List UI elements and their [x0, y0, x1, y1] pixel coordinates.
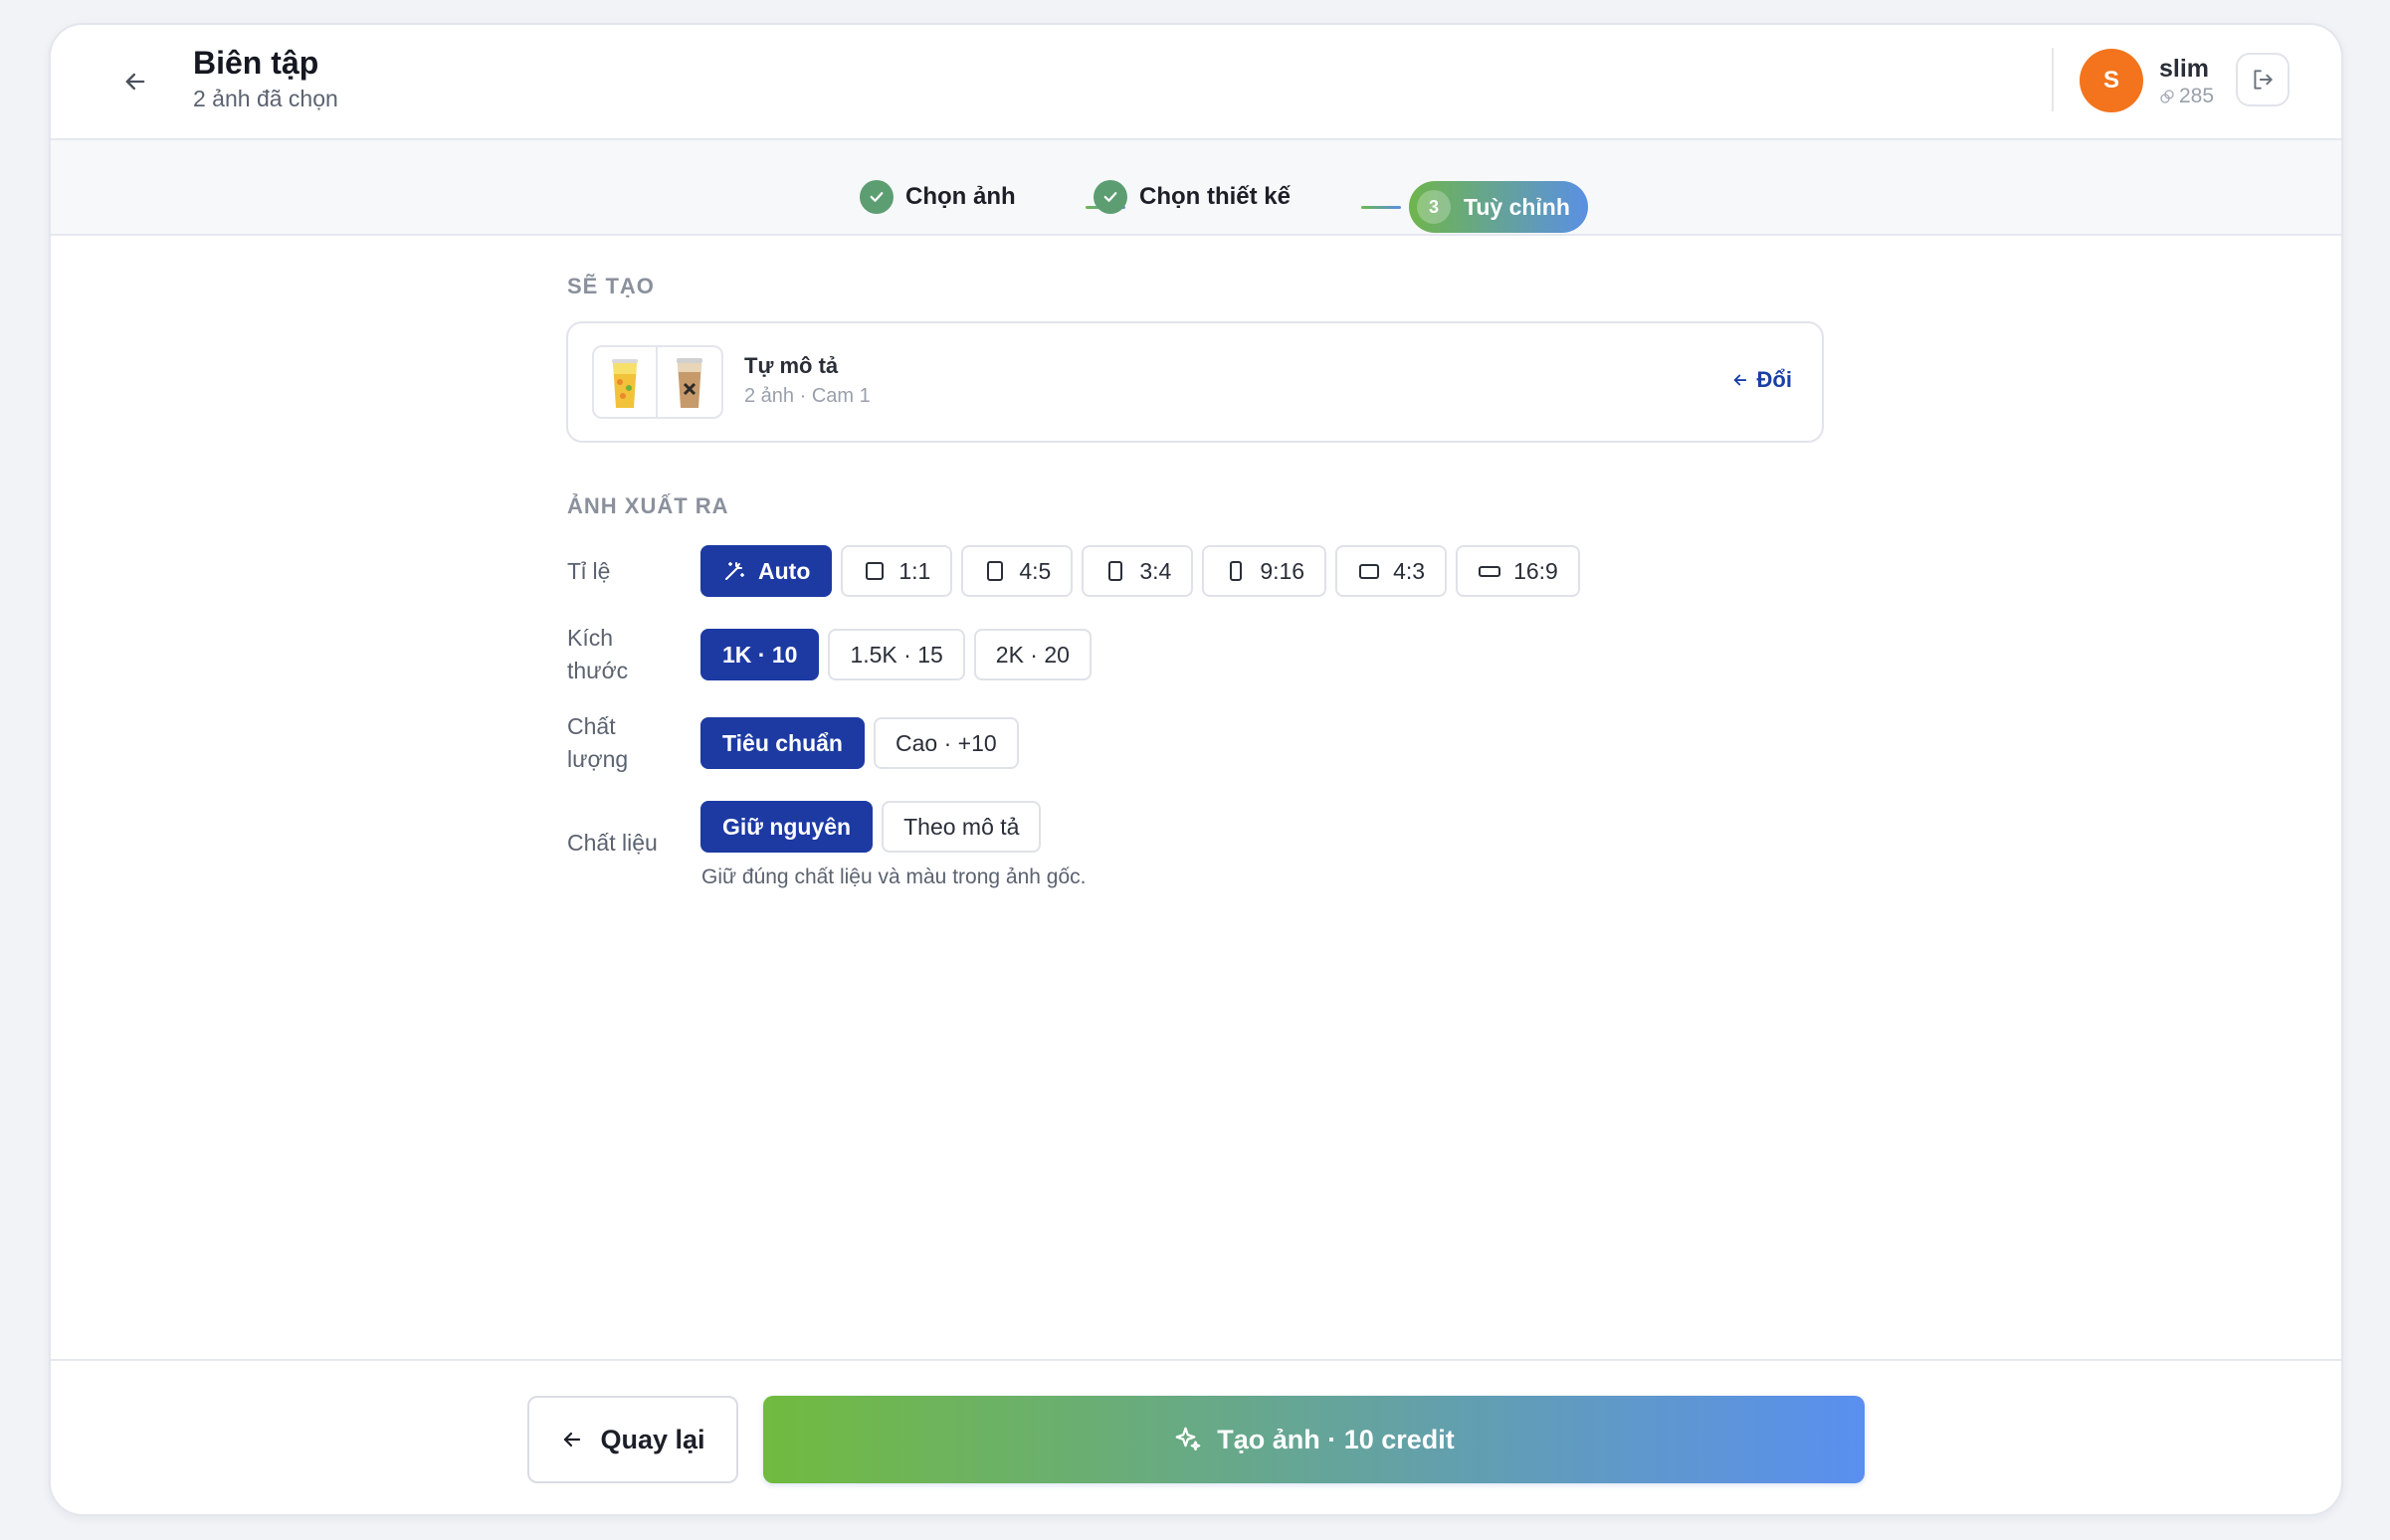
- header-divider: [2052, 48, 2054, 111]
- section-label-will-create: SẼ TẠO: [567, 274, 655, 298]
- ratio-option-16-9[interactable]: 16:9: [1456, 545, 1580, 597]
- sparkles-icon: [1175, 1427, 1201, 1451]
- thumbnail-drink-milk-tea: [658, 347, 721, 417]
- section-label-output: ẢNH XUẤT RA: [567, 493, 729, 518]
- design-name: Tự mô tả: [744, 353, 839, 378]
- portrait-3-4-icon: [1108, 561, 1123, 581]
- coin-icon: [2160, 90, 2174, 103]
- thumbnail-drink-orange: [594, 347, 658, 417]
- step-choose-photo[interactable]: Chọn ảnh: [860, 180, 1016, 214]
- arrow-left-icon: [1733, 374, 1746, 386]
- landscape-4-3-icon: [1359, 564, 1380, 579]
- footer: Quay lại Tạo ảnh · 10 credit: [51, 1359, 2341, 1514]
- avatar[interactable]: S: [2080, 49, 2143, 112]
- ratio-option-4-3[interactable]: 4:3: [1335, 545, 1448, 597]
- check-icon: [860, 180, 894, 214]
- step-number: 3: [1417, 190, 1451, 224]
- credit-balance: 285: [2159, 85, 2214, 108]
- back-button-label: Quay lại: [600, 1424, 705, 1454]
- arrow-left-icon: [125, 73, 145, 91]
- size-option-1k[interactable]: 1K · 10: [700, 629, 820, 680]
- ratio-option-9-16[interactable]: 9:16: [1202, 545, 1327, 597]
- material-option-describe[interactable]: Theo mô tả: [882, 801, 1042, 853]
- credit-count: 285: [2179, 85, 2215, 107]
- step-customize[interactable]: 3 Tuỳ chỉnh: [1409, 181, 1588, 233]
- ratio-options: Auto 1:1 4:5 3:4 9:16 4:3 16:9: [700, 545, 1580, 597]
- ratio-label: Tỉ lệ: [567, 558, 611, 584]
- design-summary-card: Tự mô tả 2 ảnh · Cam 1 Đổi: [566, 321, 1824, 443]
- quality-option-standard[interactable]: Tiêu chuẩn: [700, 717, 865, 769]
- editor-card: Biên tập 2 ảnh đã chọn S slim 285 Chọn ả…: [49, 23, 2343, 1516]
- material-label: Chất liệu: [567, 830, 658, 856]
- step-label: Chọn ảnh: [905, 183, 1016, 210]
- square-icon: [866, 562, 885, 580]
- back-button[interactable]: Quay lại: [527, 1396, 738, 1483]
- size-label: Kích thước: [567, 625, 629, 683]
- step-label: Tuỳ chỉnh: [1464, 193, 1570, 220]
- page-subtitle: 2 ảnh đã chọn: [193, 86, 338, 111]
- stepper: Chọn ảnh Chọn thiết kế 3 Tuỳ chỉnh: [51, 140, 2341, 236]
- ratio-option-1-1[interactable]: 1:1: [841, 545, 953, 597]
- logout-button[interactable]: [2236, 53, 2290, 106]
- username: slim: [2159, 55, 2210, 83]
- portrait-4-5-icon: [987, 561, 1004, 581]
- change-design-link[interactable]: Đổi: [1731, 367, 1792, 393]
- portrait-9-16-icon: [1230, 561, 1243, 581]
- page-title: Biên tập: [193, 45, 319, 81]
- check-icon: [1094, 180, 1127, 214]
- ratio-option-4-5[interactable]: 4:5: [961, 545, 1074, 597]
- header: Biên tập 2 ảnh đã chọn S slim 285: [51, 25, 2341, 140]
- quality-option-high[interactable]: Cao · +10: [874, 717, 1019, 769]
- step-choose-design[interactable]: Chọn thiết kế: [1094, 180, 1291, 214]
- size-option-2k[interactable]: 2K · 20: [973, 629, 1092, 680]
- size-option-1-5k[interactable]: 1.5K · 15: [828, 629, 965, 680]
- landscape-16-9-icon: [1479, 566, 1501, 577]
- step-connector: [1361, 206, 1401, 209]
- change-label: Đổi: [1756, 367, 1792, 392]
- create-button-label: Tạo ảnh · 10 credit: [1217, 1424, 1455, 1454]
- back-arrow-button[interactable]: [114, 61, 156, 102]
- ratio-option-auto[interactable]: Auto: [700, 545, 833, 597]
- design-meta: 2 ảnh · Cam 1: [744, 385, 871, 407]
- quality-label: Chất lượng: [567, 713, 629, 772]
- logout-icon: [2254, 70, 2273, 90]
- ratio-option-3-4[interactable]: 3:4: [1082, 545, 1194, 597]
- size-options: 1K · 10 1.5K · 15 2K · 20: [700, 629, 1092, 680]
- photo-thumbnails: [592, 345, 723, 419]
- step-label: Chọn thiết kế: [1139, 183, 1292, 210]
- material-option-keep[interactable]: Giữ nguyên: [700, 801, 874, 853]
- arrow-left-icon: [564, 1432, 581, 1447]
- create-image-button[interactable]: Tạo ảnh · 10 credit: [763, 1396, 1865, 1483]
- material-options: Giữ nguyên Theo mô tả: [700, 801, 1042, 853]
- material-hint: Giữ đúng chất liệu và màu trong ảnh gốc.: [701, 866, 1087, 888]
- quality-options: Tiêu chuẩn Cao · +10: [700, 717, 1019, 769]
- magic-wand-icon: [725, 562, 744, 580]
